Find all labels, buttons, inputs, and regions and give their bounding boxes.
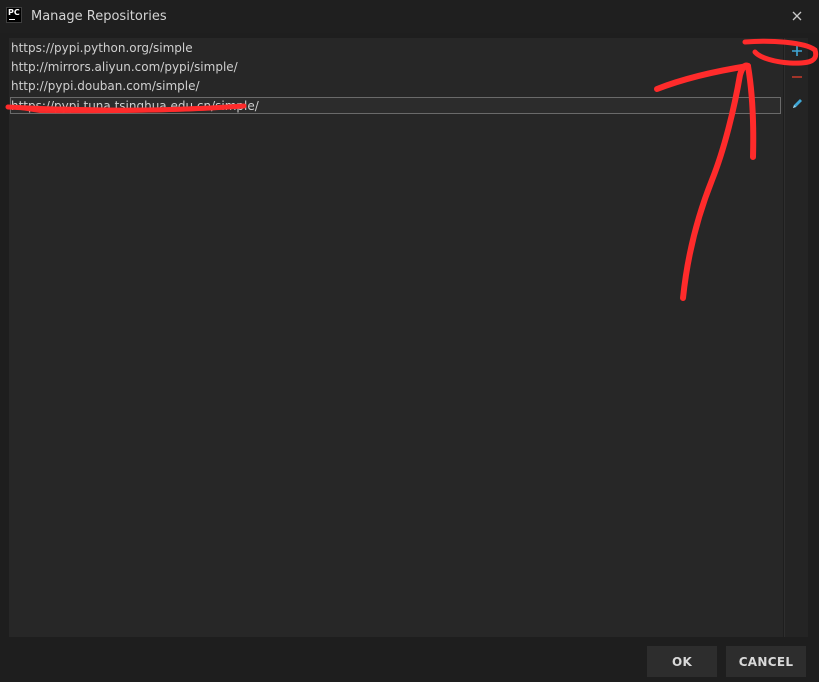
pycharm-app-icon: PC <box>6 7 22 23</box>
add-repository-button[interactable] <box>788 42 806 60</box>
repository-item-tsinghua[interactable]: https://pypi.tuna.tsinghua.edu.cn/simple… <box>10 97 781 114</box>
minus-icon <box>792 76 802 78</box>
close-icon <box>792 11 802 21</box>
app-icon-label: PC <box>8 8 20 17</box>
title-bar: PC Manage Repositories <box>0 0 819 33</box>
cancel-button[interactable]: CANCEL <box>726 646 806 677</box>
repository-toolbar <box>784 38 808 637</box>
ok-button[interactable]: OK <box>647 646 717 677</box>
pencil-icon <box>792 98 802 108</box>
dialog-title: Manage Repositories <box>31 9 167 24</box>
manage-repositories-dialog: PC Manage Repositories https://pypi.pyth… <box>0 0 819 682</box>
edit-repository-button[interactable] <box>788 94 806 112</box>
repository-item-pypi[interactable]: https://pypi.python.org/simple <box>11 39 193 58</box>
repository-item-aliyun[interactable]: http://mirrors.aliyun.com/pypi/simple/ <box>11 58 238 77</box>
repository-item-douban[interactable]: http://pypi.douban.com/simple/ <box>11 77 200 96</box>
repository-list[interactable]: https://pypi.python.org/simple http://mi… <box>9 38 783 637</box>
plus-icon <box>792 46 802 56</box>
close-button[interactable] <box>784 5 810 27</box>
remove-repository-button[interactable] <box>788 68 806 86</box>
